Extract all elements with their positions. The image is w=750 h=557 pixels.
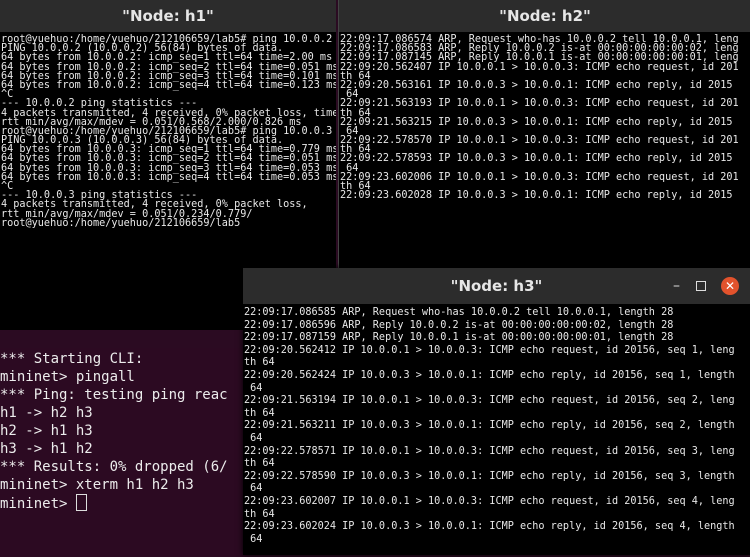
window-title-h2: "Node: h2": [499, 7, 591, 25]
terminal-line: 22:09:23.602007 IP 10.0.0.1 > 10.0.0.3: …: [244, 495, 735, 507]
terminal-line: 22:09:20.562412 IP 10.0.0.1 > 10.0.0.3: …: [244, 344, 735, 356]
maximize-button[interactable]: [696, 268, 706, 304]
terminal-line: root@yuehuo:/home/yuehuo/212106659/lab5: [1, 217, 241, 229]
terminal-line: mininet> xterm h1 h2 h3: [0, 477, 194, 493]
terminal-line: *** Starting CLI:: [0, 351, 144, 367]
terminal-line: 22:09:17.086596 ARP, Reply 10.0.0.2 is-a…: [244, 319, 674, 331]
mininet-prompt: mininet>: [0, 496, 76, 512]
terminal-output-h3[interactable]: 22:09:17.086585 ARP, Request who-has 10.…: [243, 304, 750, 555]
terminal-line: 22:09:21.563194 IP 10.0.0.1 > 10.0.0.3: …: [244, 395, 735, 407]
terminal-line: th 64: [244, 458, 275, 470]
terminal-line: 22:09:21.563211 IP 10.0.0.3 > 10.0.0.1: …: [244, 420, 735, 432]
terminal-line: 22:09:20.562407 IP 10.0.0.1 > 10.0.0.3: …: [340, 61, 739, 73]
xterm-window-h3[interactable]: "Node: h3" – ✕ 22:09:17.086585 ARP, Requ…: [243, 268, 750, 555]
terminal-line: 64: [244, 382, 263, 394]
terminal-line: 64: [244, 432, 263, 444]
terminal-line: 22:09:22.578590 IP 10.0.0.3 > 10.0.0.1: …: [244, 470, 735, 482]
terminal-line: 22:09:21.563215 IP 10.0.0.3 > 10.0.0.1: …: [340, 116, 733, 128]
close-icon: ✕: [724, 279, 736, 293]
terminal-line: h1 -> h2 h3: [0, 405, 93, 421]
terminal-line: 64: [244, 533, 263, 545]
terminal-line: mininet> pingall: [0, 369, 135, 385]
window-titlebar-h2[interactable]: "Node: h2": [339, 0, 750, 32]
terminal-line: th 64: [244, 357, 275, 369]
terminal-line: th 64: [244, 508, 275, 520]
window-titlebar-h1[interactable]: "Node: h1": [0, 0, 336, 32]
terminal-line: 22:09:22.578571 IP 10.0.0.1 > 10.0.0.3: …: [244, 445, 735, 457]
terminal-line: 22:09:17.087159 ARP, Reply 10.0.0.1 is-a…: [244, 332, 674, 344]
terminal-line: h3 -> h1 h2: [0, 441, 93, 457]
mininet-cli-terminal[interactable]: *** Starting CLI: mininet> pingall *** P…: [0, 348, 246, 557]
window-title-h1: "Node: h1": [122, 7, 214, 25]
minimize-button[interactable]: –: [673, 268, 680, 304]
terminal-line: 22:09:23.602006 IP 10.0.0.1 > 10.0.0.3: …: [340, 171, 739, 183]
close-button[interactable]: ✕: [721, 277, 739, 295]
terminal-output-h2[interactable]: 22:09:17.086574 ARP, Request who-has 10.…: [339, 32, 750, 270]
window-title-h3: "Node: h3": [450, 277, 543, 295]
terminal-line: 22:09:22.578593 IP 10.0.0.3 > 10.0.0.1: …: [340, 153, 733, 165]
terminal-line: 64: [244, 483, 263, 495]
terminal-line: th 64: [244, 407, 275, 419]
terminal-line: 22:09:20.563161 IP 10.0.0.3 > 10.0.0.1: …: [340, 79, 733, 91]
terminal-line: *** Results: 0% dropped (6/: [0, 459, 228, 475]
terminal-line: h2 -> h1 h3: [0, 423, 93, 439]
mininet-prompt-line[interactable]: mininet>: [0, 494, 246, 512]
text-cursor: [75, 494, 87, 511]
terminal-line: 22:09:20.562424 IP 10.0.0.3 > 10.0.0.1: …: [244, 369, 735, 381]
terminal-line: 22:09:21.563193 IP 10.0.0.1 > 10.0.0.3: …: [340, 98, 739, 110]
terminal-line: 64 bytes from 10.0.0.3: icmp_seq=4 ttl=6…: [1, 171, 336, 183]
terminal-line: *** Ping: testing ping reac: [0, 387, 228, 403]
maximize-icon: [696, 281, 706, 291]
xterm-window-h2[interactable]: "Node: h2" 22:09:17.086574 ARP, Request …: [338, 0, 750, 270]
terminal-line: 22:09:22.578570 IP 10.0.0.1 > 10.0.0.3: …: [340, 135, 739, 147]
terminal-line: 22:09:23.602024 IP 10.0.0.3 > 10.0.0.1: …: [244, 521, 735, 533]
terminal-line: 64 bytes from 10.0.0.2: icmp_seq=4 ttl=6…: [1, 79, 336, 91]
minimize-icon: –: [673, 278, 680, 294]
terminal-line: 22:09:23.602028 IP 10.0.0.3 > 10.0.0.1: …: [340, 190, 733, 202]
terminal-line: 22:09:17.086585 ARP, Request who-has 10.…: [244, 307, 674, 318]
